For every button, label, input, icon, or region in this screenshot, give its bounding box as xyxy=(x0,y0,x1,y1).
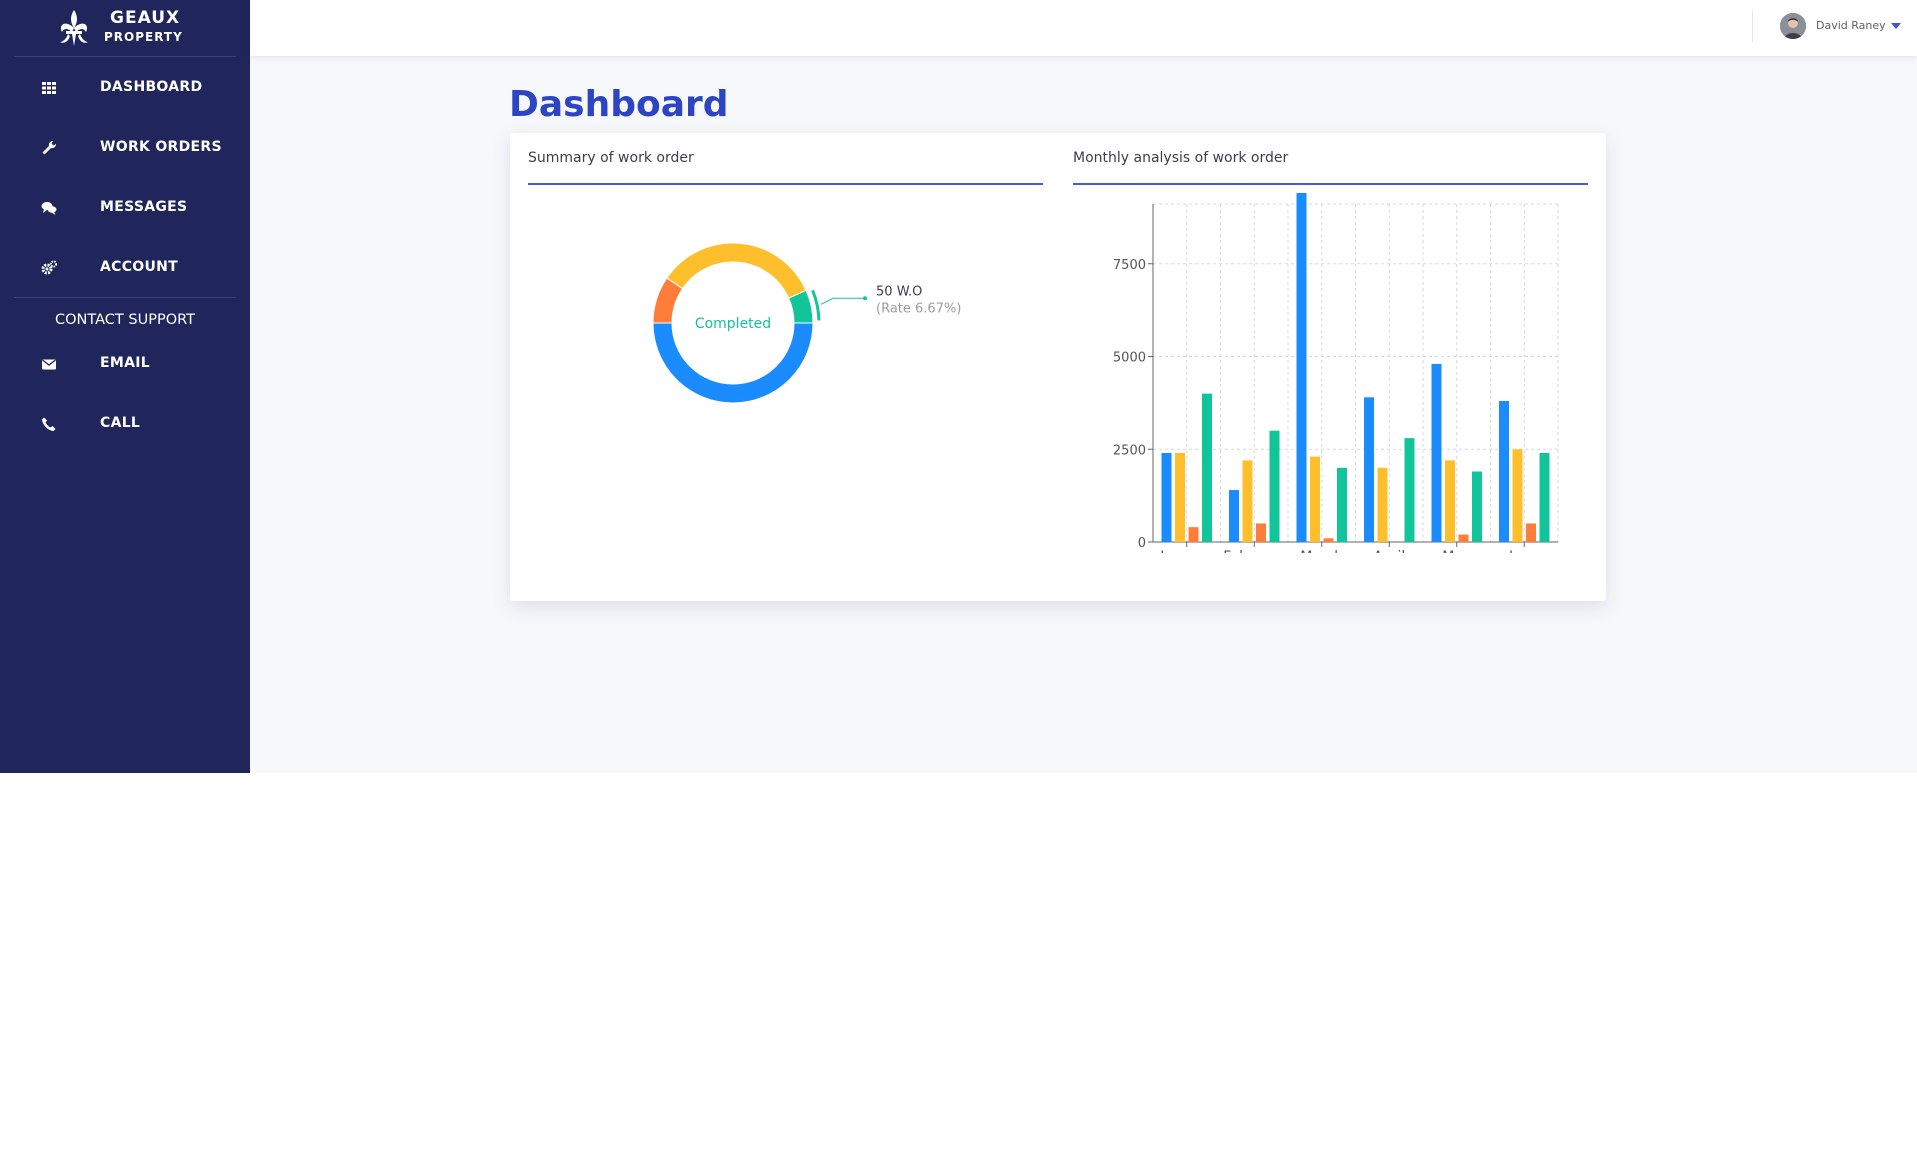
bar-pending xyxy=(1323,538,1334,542)
donut-slice-bid xyxy=(666,242,807,299)
donut-slice-opportunity xyxy=(652,322,814,404)
donut-center-label: Completed xyxy=(695,316,771,332)
envelope-icon xyxy=(42,359,56,370)
x-tick-label: March xyxy=(1300,549,1343,553)
y-tick-label: 2500 xyxy=(1113,443,1146,458)
bar-chart: 025005000750010000JanuaryFebruaryMarchAp… xyxy=(1113,193,1559,553)
fleur-de-lis-logo-icon xyxy=(60,10,88,46)
brand-subtitle: PROPERTY xyxy=(104,30,183,44)
bar-completed xyxy=(1404,438,1415,542)
phone-icon xyxy=(42,417,56,431)
dashboard-card: Summary of work order Monthly analysis o… xyxy=(510,133,1606,601)
annotation-value: 50 W.O xyxy=(876,284,922,299)
bar-completed xyxy=(1269,430,1280,542)
sidebar-item-label: WORK ORDERS xyxy=(100,139,222,155)
caret-down-icon[interactable] xyxy=(1891,23,1901,29)
donut-chart-title: Summary of work order xyxy=(528,150,694,166)
annotation-rate: (Rate 6.67%) xyxy=(876,301,961,316)
bar-completed xyxy=(1337,467,1347,542)
grid-icon xyxy=(42,82,56,94)
y-tick-label: 5000 xyxy=(1113,351,1146,366)
bar-bid xyxy=(1445,460,1455,542)
bar-completed xyxy=(1202,393,1212,542)
bar-opportunity xyxy=(1229,490,1239,542)
topbar-separator xyxy=(1752,10,1753,42)
sidebar-item-call[interactable]: CALL xyxy=(0,403,250,443)
donut-chart: 50 W.O (Rate 6.67%) Completed xyxy=(652,242,961,404)
bar-pending xyxy=(1188,527,1199,542)
brand[interactable]: GEAUX PROPERTY xyxy=(0,0,250,56)
user-avatar-icon xyxy=(1780,13,1806,39)
app-background: GEAUX PROPERTY DASHBOARD WORK ORDERS MES… xyxy=(0,0,1917,773)
contact-support-heading: CONTACT SUPPORT xyxy=(55,312,195,328)
bar-bid xyxy=(1242,460,1253,542)
bar-opportunity xyxy=(1364,397,1374,542)
leader-dot xyxy=(863,296,868,301)
bar-bid xyxy=(1377,467,1388,542)
chat-icon xyxy=(41,202,57,215)
sidebar-item-label: ACCOUNT xyxy=(100,259,179,275)
x-tick-label: April xyxy=(1373,549,1405,553)
title-underline xyxy=(528,183,1043,185)
y-tick-label: 0 xyxy=(1138,536,1146,551)
wrench-icon xyxy=(42,140,57,155)
x-tick-label: May xyxy=(1442,549,1471,553)
bar-opportunity xyxy=(1296,193,1307,543)
title-underline xyxy=(1073,183,1588,185)
sidebar-divider xyxy=(14,56,236,57)
page-title: Dashboard xyxy=(509,84,729,125)
bar-completed xyxy=(1539,452,1550,542)
sidebar-item-email[interactable]: EMAIL xyxy=(0,343,250,383)
sidebar-item-account[interactable]: ACCOUNT xyxy=(0,247,250,287)
bar-pending xyxy=(1526,523,1536,542)
x-tick-label: June xyxy=(1508,549,1540,553)
y-tick-label: 7500 xyxy=(1113,258,1146,273)
bar-pending xyxy=(1256,523,1266,542)
leader-line xyxy=(820,297,866,305)
sidebar-item-dashboard[interactable]: DASHBOARD xyxy=(0,67,250,107)
sidebar-divider xyxy=(14,297,236,298)
brand-name: GEAUX xyxy=(110,8,181,28)
bar-chart-title: Monthly analysis of work order xyxy=(1073,150,1289,166)
sidebar-item-work-orders[interactable]: WORK ORDERS xyxy=(0,127,250,167)
gears-icon xyxy=(41,260,58,275)
sidebar: GEAUX PROPERTY DASHBOARD WORK ORDERS MES… xyxy=(0,0,250,773)
x-tick-label: January xyxy=(1159,549,1213,553)
topbar: David Raney xyxy=(250,0,1917,56)
bar-opportunity xyxy=(1499,401,1509,542)
sidebar-item-messages[interactable]: MESSAGES xyxy=(0,187,250,227)
bar-bid xyxy=(1310,456,1320,542)
sidebar-item-label: MESSAGES xyxy=(100,199,188,215)
bar-bid xyxy=(1175,452,1185,542)
sidebar-item-label: EMAIL xyxy=(100,355,150,371)
user-avatar[interactable] xyxy=(1780,13,1806,39)
bar-completed xyxy=(1472,471,1482,542)
bar-opportunity xyxy=(1431,363,1442,542)
user-name[interactable]: David Raney xyxy=(1816,0,1886,52)
x-tick-label: February xyxy=(1223,549,1285,553)
bar-bid xyxy=(1512,449,1523,542)
sidebar-item-label: DASHBOARD xyxy=(100,79,203,95)
bar-pending xyxy=(1458,534,1469,542)
donut-highlight-arc xyxy=(811,289,821,321)
sidebar-item-label: CALL xyxy=(100,415,141,431)
bar-opportunity xyxy=(1161,452,1172,542)
